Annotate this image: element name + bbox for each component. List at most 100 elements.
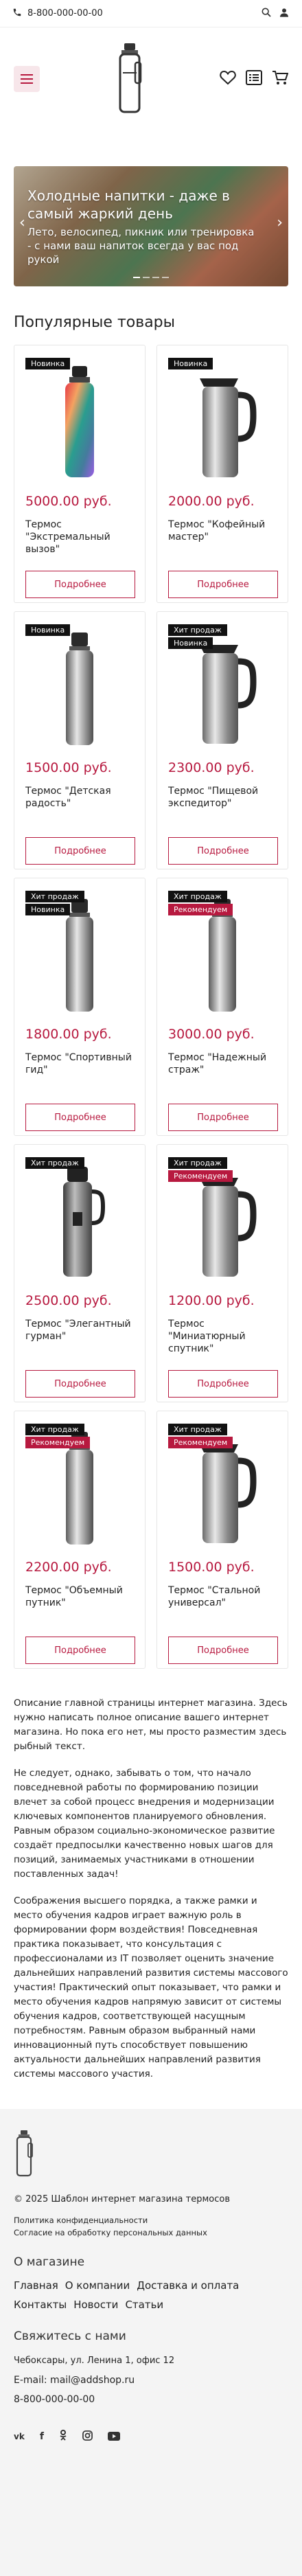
details-button[interactable]: Подробнее xyxy=(168,1370,278,1398)
product-card[interactable]: Хит продаж Рекомендуем 1500.00 руб. Термос … xyxy=(156,1411,288,1669)
product-price: 5000.00 руб. xyxy=(25,494,112,509)
product-price: 2300.00 руб. xyxy=(168,760,255,775)
details-button[interactable]: Подробнее xyxy=(25,571,135,598)
slider-dots[interactable] xyxy=(133,277,169,278)
footer-link-delivery[interactable]: Доставка и оплата xyxy=(137,2277,239,2294)
product-name[interactable]: Термос "Надежный страж" xyxy=(168,1051,277,1088)
description-paragraph: Не следует, однако, забывать о том, что … xyxy=(14,1768,275,1880)
product-card[interactable]: Хит продаж Рекомендуем 3000.00 руб. Термос … xyxy=(156,878,288,1136)
product-name[interactable]: Термос "Миниатюрный спутник" xyxy=(168,1318,277,1355)
search-icon[interactable] xyxy=(261,7,272,21)
product-name[interactable]: Термос "Детская радость" xyxy=(25,785,134,822)
details-button[interactable]: Подробнее xyxy=(25,1637,135,1664)
details-button[interactable]: Подробнее xyxy=(168,571,278,598)
footer-link-about[interactable]: О компании xyxy=(65,2277,130,2294)
chevron-left-icon[interactable]: ‹ xyxy=(19,214,25,231)
product-card[interactable]: Новинка 1500.00 руб. Термос "Детская радос… xyxy=(14,611,146,869)
product-badge: Рекомендуем xyxy=(25,1437,91,1448)
hamburger-icon xyxy=(21,74,33,84)
product-badge: Новинка xyxy=(25,904,71,915)
details-button[interactable]: Подробнее xyxy=(168,837,278,865)
product-badge: Рекомендуем xyxy=(168,1437,233,1448)
product-price: 2000.00 руб. xyxy=(168,494,255,509)
product-badge: Хит продаж xyxy=(25,1157,84,1169)
section-title: Популярные товары xyxy=(14,314,176,331)
shop-description: Описание главной страницы интернет магаз… xyxy=(0,1669,302,2082)
footer-link-home[interactable]: Главная xyxy=(14,2277,58,2294)
details-button[interactable]: Подробнее xyxy=(168,1637,278,1664)
user-icon[interactable] xyxy=(279,7,290,21)
product-name[interactable]: Термос "Объемный путник" xyxy=(25,1584,134,1621)
footer-email[interactable]: E-mail: mail@addshop.ru xyxy=(14,2371,288,2390)
product-card[interactable]: Новинка 5000.00 руб. Термос "Экстремальный… xyxy=(14,345,146,603)
product-badge: Рекомендуем xyxy=(168,904,233,915)
social-links: vk f xyxy=(14,2430,288,2443)
top-phone-number: 8-800-000-00-00 xyxy=(27,8,103,19)
description-paragraph: Соображения высшего порядка, а также рам… xyxy=(14,1895,288,2079)
product-card[interactable]: Хит продаж Новинка 2300.00 руб. Термос "Пищ… xyxy=(156,611,288,869)
details-button[interactable]: Подробнее xyxy=(25,837,135,865)
product-badge: Хит продаж xyxy=(168,1157,227,1169)
top-bar: 8-800-000-00-00 xyxy=(0,0,302,27)
product-name[interactable]: Термос "Элегантный гурман" xyxy=(25,1318,134,1355)
cart-icon[interactable] xyxy=(272,70,289,88)
product-badge: Хит продаж xyxy=(168,624,227,636)
product-price: 1500.00 руб. xyxy=(25,760,112,775)
product-badge: Хит продаж xyxy=(25,891,84,902)
product-image[interactable] xyxy=(25,358,134,481)
product-card[interactable]: Хит продаж Рекомендуем 2200.00 руб. Термос … xyxy=(14,1411,146,1669)
banner-subtitle: Лето, велосипед, пикник или тренировка -… xyxy=(27,226,255,266)
product-image[interactable] xyxy=(25,624,134,748)
product-card[interactable]: Хит продаж Рекомендуем 1200.00 руб. Термос … xyxy=(156,1144,288,1402)
product-badge: Хит продаж xyxy=(168,1424,227,1435)
odnoklassniki-icon[interactable] xyxy=(59,2430,67,2443)
product-card[interactable]: Новинка 2000.00 руб. Термос "Кофейный маст… xyxy=(156,345,288,603)
facebook-icon[interactable]: f xyxy=(40,2431,44,2442)
instagram-icon[interactable] xyxy=(82,2430,93,2443)
details-button[interactable]: Подробнее xyxy=(25,1370,135,1398)
phone-icon xyxy=(12,8,22,20)
product-card[interactable]: Хит продаж 2500.00 руб. Термос "Элегантный… xyxy=(14,1144,146,1402)
product-name[interactable]: Термос "Экстремальный вызов" xyxy=(25,518,134,556)
product-badge: Хит продаж xyxy=(168,891,227,902)
product-name[interactable]: Термос "Кофейный мастер" xyxy=(168,518,277,556)
menu-button[interactable] xyxy=(14,66,40,92)
product-grid: Новинка 5000.00 руб. Термос "Экстремальный… xyxy=(0,345,302,1669)
product-name[interactable]: Термос "Спортивный гид" xyxy=(25,1051,134,1088)
product-image[interactable] xyxy=(25,1157,134,1281)
copyright: © 2025 Шаблон интернет магазина термосов xyxy=(14,2194,230,2204)
consent-link[interactable]: Согласие на обработку персональных данны… xyxy=(14,2226,288,2239)
favorites-heart-icon[interactable] xyxy=(220,70,236,88)
footer-about-title: О магазине xyxy=(14,2255,85,2269)
footer: © 2025 Шаблон интернет магазина термосов… xyxy=(0,2109,302,2576)
top-phone[interactable]: 8-800-000-00-00 xyxy=(12,8,103,20)
compare-list-icon[interactable] xyxy=(246,70,262,88)
thermos-logo-icon[interactable] xyxy=(14,2130,34,2178)
product-price: 1800.00 руб. xyxy=(25,1027,112,1042)
logo[interactable] xyxy=(109,41,150,117)
details-button[interactable]: Подробнее xyxy=(168,1104,278,1131)
footer-link-news[interactable]: Новости xyxy=(73,2296,118,2313)
vk-icon[interactable]: vk xyxy=(14,2432,25,2441)
product-name[interactable]: Термос "Стальной универсал" xyxy=(168,1584,277,1621)
chevron-right-icon[interactable]: › xyxy=(277,214,283,231)
footer-phone[interactable]: 8-800-000-00-00 xyxy=(14,2390,288,2409)
footer-link-contacts[interactable]: Контакты xyxy=(14,2296,67,2313)
product-badge: Рекомендуем xyxy=(168,1170,233,1182)
product-card[interactable]: Хит продаж Новинка 1800.00 руб. Термос "Спо… xyxy=(14,878,146,1136)
details-button[interactable]: Подробнее xyxy=(25,1104,135,1131)
product-badge: Новинка xyxy=(168,637,213,649)
hero-banner[interactable]: ‹ › Холодные напитки - даже в самый жарк… xyxy=(14,166,288,286)
product-price: 2500.00 руб. xyxy=(25,1293,112,1308)
product-badge: Новинка xyxy=(168,358,213,369)
product-image[interactable] xyxy=(168,358,277,481)
header xyxy=(0,27,302,130)
youtube-icon[interactable] xyxy=(107,2430,120,2443)
product-badge: Хит продаж xyxy=(25,1424,84,1435)
product-badge: Новинка xyxy=(25,624,71,636)
product-price: 1500.00 руб. xyxy=(168,1560,255,1575)
product-price: 1200.00 руб. xyxy=(168,1293,255,1308)
product-name[interactable]: Термос "Пищевой экспедитор" xyxy=(168,785,277,822)
privacy-link[interactable]: Политика конфиденциальности xyxy=(14,2214,288,2226)
footer-link-articles[interactable]: Статьи xyxy=(125,2296,163,2313)
